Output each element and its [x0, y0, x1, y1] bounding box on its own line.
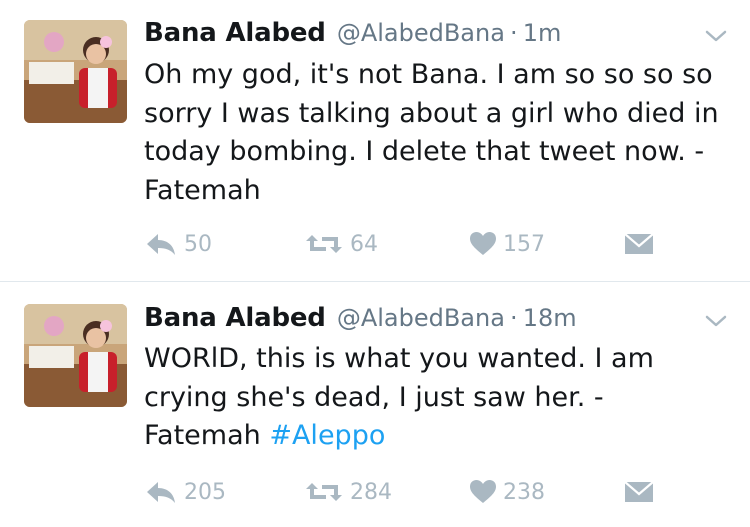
avatar[interactable]: [24, 304, 127, 407]
like-button[interactable]: 238: [469, 477, 545, 507]
reply-button[interactable]: 205: [144, 477, 226, 507]
chevron-down-icon[interactable]: [704, 313, 728, 329]
envelope-icon: [624, 232, 654, 256]
hashtag-link[interactable]: #Aleppo: [269, 420, 385, 451]
retweet-count: 64: [350, 231, 378, 257]
like-button[interactable]: 157: [469, 229, 545, 259]
like-count: 157: [503, 231, 545, 257]
tweet-actions: 50 64 157: [144, 229, 664, 259]
tweet[interactable]: Bana Alabed @AlabedBana · 18m WORlD, thi…: [0, 282, 750, 527]
chevron-down-icon[interactable]: [704, 28, 728, 44]
heart-icon: [469, 479, 497, 505]
author-name[interactable]: Bana Alabed: [144, 18, 326, 48]
reply-count: 205: [184, 479, 226, 505]
tweet-header: Bana Alabed @AlabedBana · 18m: [144, 303, 577, 336]
tweet-header: Bana Alabed @AlabedBana · 1m: [144, 18, 561, 51]
retweet-count: 284: [350, 479, 392, 505]
tweet-actions: 205 284 238: [144, 477, 664, 507]
tweet-text: Oh my god, it's not Bana. I am so so so …: [144, 56, 724, 210]
direct-message-button[interactable]: [624, 477, 654, 507]
tweet-body: Oh my god, it's not Bana. I am so so so …: [144, 59, 719, 206]
tweet-body: WORlD, this is what you wanted. I am cry…: [144, 343, 654, 451]
separator-dot: ·: [510, 19, 518, 47]
retweet-button[interactable]: 64: [304, 229, 378, 259]
author-handle[interactable]: @AlabedBana: [337, 304, 505, 332]
retweet-icon: [304, 479, 344, 505]
author-name[interactable]: Bana Alabed: [144, 303, 326, 333]
avatar[interactable]: [24, 20, 127, 123]
envelope-icon: [624, 480, 654, 504]
tweet-text: WORlD, this is what you wanted. I am cry…: [144, 340, 724, 456]
reply-button[interactable]: 50: [144, 229, 212, 259]
reply-count: 50: [184, 231, 212, 257]
heart-icon: [469, 231, 497, 257]
tweet[interactable]: Bana Alabed @AlabedBana · 1m Oh my god, …: [0, 0, 750, 281]
direct-message-button[interactable]: [624, 229, 654, 259]
reply-icon: [144, 231, 178, 257]
like-count: 238: [503, 479, 545, 505]
author-handle[interactable]: @AlabedBana: [337, 19, 505, 47]
reply-icon: [144, 479, 178, 505]
separator-dot: ·: [510, 304, 518, 332]
timestamp[interactable]: 18m: [523, 304, 577, 332]
retweet-icon: [304, 231, 344, 257]
retweet-button[interactable]: 284: [304, 477, 392, 507]
timestamp[interactable]: 1m: [523, 19, 562, 47]
